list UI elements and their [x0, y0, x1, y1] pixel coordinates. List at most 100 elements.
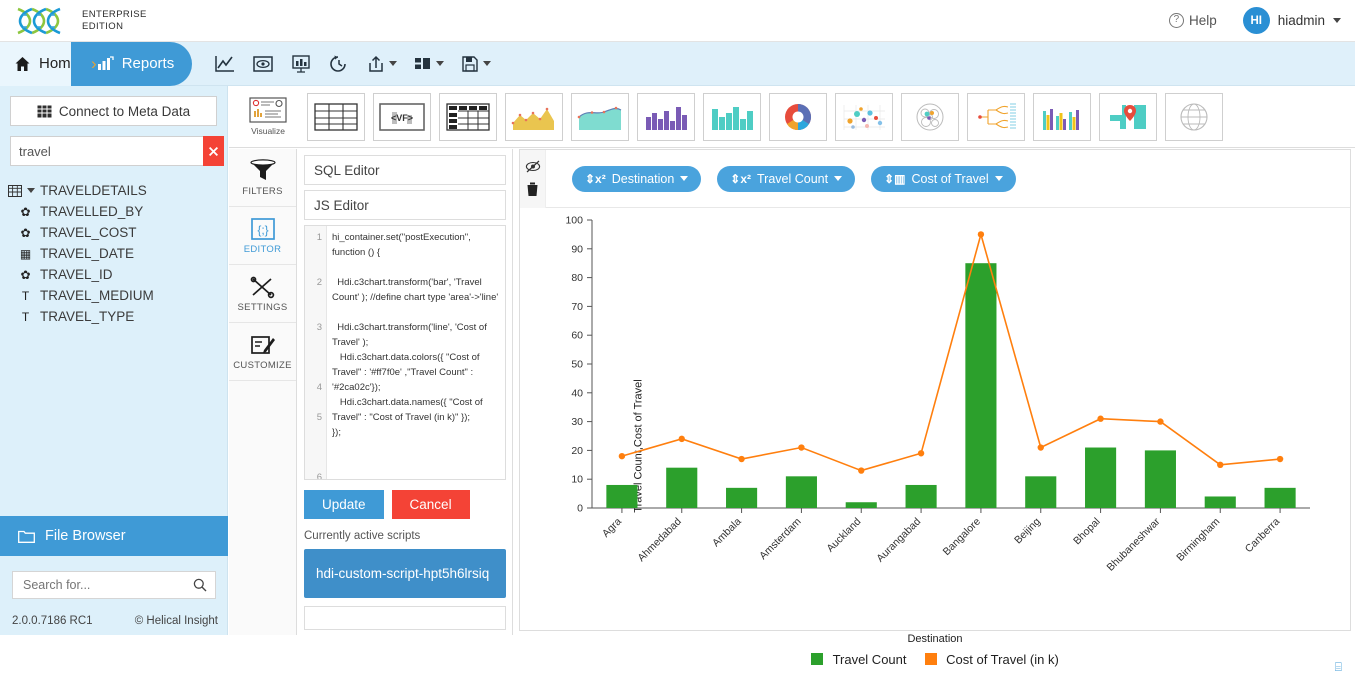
tree-root-traveldetails[interactable]: TRAVELDETAILS [0, 180, 227, 201]
preview-eye-icon[interactable] [252, 54, 274, 74]
map-tile[interactable] [1099, 92, 1157, 141]
trash-icon[interactable] [526, 182, 539, 197]
globe-tile[interactable] [1165, 92, 1223, 141]
help-button[interactable]: ? Help [1168, 13, 1217, 28]
active-scripts-label: Currently active scripts [304, 530, 421, 542]
dendrogram-tile[interactable] [967, 92, 1025, 141]
field-travel-medium[interactable]: T TRAVEL_MEDIUM [0, 285, 227, 306]
svg-text:100: 100 [565, 215, 583, 227]
sort-x2-icon: ⇕x² [730, 171, 752, 186]
dimension-pill-bar: ⇕x² Destination ⇕x² Travel Count ⇕▥ Cost… [520, 149, 1350, 208]
line-chart-icon[interactable] [214, 54, 236, 74]
js-code-editor[interactable]: 1 2 3 4 5 6 hi_container.set("postExecut… [304, 225, 506, 480]
question-circle-icon: ? [1168, 13, 1184, 28]
svg-text:Agra: Agra [600, 516, 624, 540]
code-gutter: 1 2 3 4 5 6 [305, 226, 327, 479]
layout-icon[interactable] [413, 55, 445, 73]
pivot-icon [446, 102, 490, 131]
brand-logo[interactable]: ENTERPRISE EDITION [14, 6, 147, 36]
chevron-down-icon [436, 61, 445, 66]
field-label: TRAVEL_TYPE [40, 309, 135, 324]
scatter-tile[interactable] [835, 92, 893, 141]
code-line-3: Hdi.c3chart.transform('line', 'Cost of T… [332, 322, 490, 348]
vf-tile[interactable]: <VF> [373, 92, 431, 141]
svg-text:Bhopal: Bhopal [1071, 516, 1103, 548]
svg-text:10: 10 [571, 474, 583, 486]
save-disk-icon[interactable] [460, 55, 492, 73]
application-window: ENTERPRISE EDITION ? Help HI hiadmin Hom… [0, 0, 1355, 674]
js-editor-tab[interactable]: JS Editor [304, 190, 506, 220]
legend-item-cost-of-travel[interactable]: Cost of Travel (in k) [924, 652, 1059, 667]
copyright-text: © Helical Insight [134, 615, 218, 627]
connect-meta-data-button[interactable]: Connect to Meta Data [10, 96, 217, 126]
chevron-down-icon[interactable] [27, 188, 35, 193]
breadcrumb-reports[interactable]: Reports [70, 41, 193, 86]
clear-search-button[interactable] [203, 136, 224, 166]
pill-destination[interactable]: ⇕x² Destination [572, 165, 702, 192]
cancel-button[interactable]: Cancel [391, 490, 470, 519]
svg-text:Canberra: Canberra [1243, 516, 1283, 556]
export-upload-icon[interactable] [366, 54, 398, 74]
bar-chart-purple-icon [646, 106, 687, 130]
tools-icon [250, 276, 274, 298]
donut-tile[interactable] [769, 92, 827, 141]
area-yellow-tile[interactable] [505, 92, 563, 141]
field-travel-cost[interactable]: ✿ TRAVEL_COST [0, 222, 227, 243]
file-browser-button[interactable]: File Browser [0, 516, 228, 556]
pill-cost-of-travel[interactable]: ⇕▥ Cost of Travel [871, 165, 1016, 192]
rail-item-customize[interactable]: CUSTOMIZE [229, 323, 296, 381]
connect-meta-data-label: Connect to Meta Data [58, 103, 191, 119]
bar-teal-tile[interactable] [703, 92, 761, 141]
chevron-down-icon [389, 61, 398, 66]
update-button[interactable]: Update [304, 490, 384, 519]
multibar-tile[interactable] [1033, 92, 1091, 141]
brand-line-2: EDITION [82, 20, 124, 32]
dendrogram-icon [978, 103, 1016, 128]
code-text: hi_container.set("postExecution", functi… [327, 226, 505, 479]
svg-text:Ambala: Ambala [710, 516, 744, 550]
rail-label: EDITOR [243, 243, 282, 255]
rail-item-filters[interactable]: FILTERS [229, 149, 296, 207]
visualize-tile[interactable]: Visualize [237, 92, 299, 141]
legend-label: Travel Count [832, 652, 907, 667]
pill-travel-count[interactable]: ⇕x² Travel Count [717, 165, 856, 192]
sql-editor-tab[interactable]: SQL Editor [304, 155, 506, 185]
pivot-tile[interactable] [439, 92, 497, 141]
field-travelled-by[interactable]: ✿ TRAVELLED_BY [0, 201, 227, 222]
visualize-label: Visualize [251, 126, 285, 136]
chart-type-strip: Visualize <VF> [229, 86, 1355, 148]
field-travel-date[interactable]: ▦ TRAVEL_DATE [0, 243, 227, 264]
area-teal-tile[interactable] [571, 92, 629, 141]
metadata-tree: TRAVELDETAILS ✿ TRAVELLED_BY ✿ TRAVEL_CO… [0, 180, 227, 327]
editor-panel-stub [304, 606, 506, 630]
rail-item-settings[interactable]: SETTINGS [229, 265, 296, 323]
calendar-icon: ▦ [19, 246, 32, 261]
navigation-bar: Home › Reports [0, 41, 1355, 86]
field-travel-id[interactable]: ✿ TRAVEL_ID [0, 264, 227, 285]
code-line-1: hi_container.set("postExecution", functi… [332, 232, 474, 258]
resize-handle-icon[interactable]: ⌸ [1335, 660, 1342, 675]
svg-text:0: 0 [577, 503, 583, 515]
eye-slash-icon[interactable] [525, 160, 541, 173]
search-icon[interactable] [193, 578, 207, 592]
metadata-search-input[interactable] [10, 136, 203, 166]
map-pin-icon [1110, 104, 1146, 129]
legend-item-travel-count[interactable]: Travel Count [811, 652, 907, 667]
line-number: 5 [316, 412, 322, 423]
editor-button-row: Update Cancel [304, 490, 506, 519]
field-travel-type[interactable]: T TRAVEL_TYPE [0, 306, 227, 327]
file-browser-search-input[interactable] [21, 577, 193, 593]
bubble-tile[interactable] [901, 92, 959, 141]
hash-number-icon: ✿ [20, 204, 31, 219]
active-script-item[interactable]: hdi-custom-script-hpt5h6lrsiq [304, 549, 506, 598]
history-clock-icon[interactable] [328, 54, 350, 74]
presentation-icon[interactable] [290, 54, 312, 74]
rail-item-editor[interactable]: {;} EDITOR [229, 207, 296, 265]
chevron-down-icon [1333, 18, 1341, 23]
table-tile[interactable] [307, 92, 365, 141]
left-sidebar: Connect to Meta Data TRAVELDETAILS ✿ TRA… [0, 86, 228, 635]
sort-columns-icon: ⇕▥ [884, 171, 906, 186]
close-x-icon [209, 146, 218, 156]
bar-purple-tile[interactable] [637, 92, 695, 141]
user-menu[interactable]: HI hiadmin [1242, 7, 1341, 34]
